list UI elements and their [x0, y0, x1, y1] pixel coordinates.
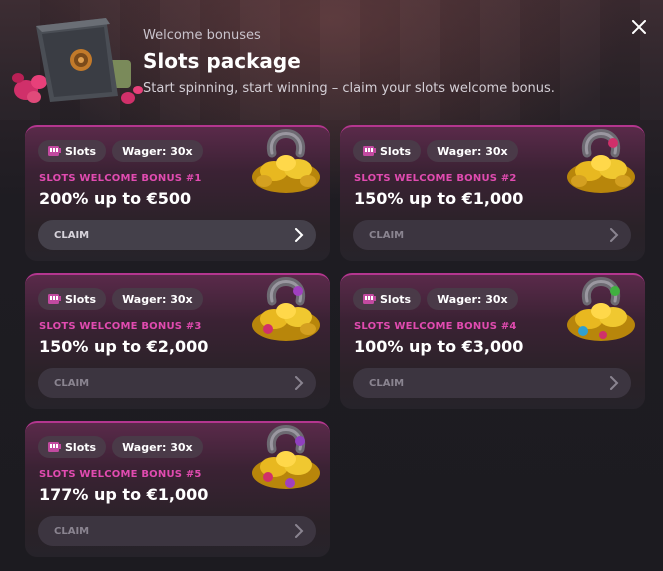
claim-label: CLAIM: [369, 229, 405, 241]
page-title: Slots package: [143, 49, 301, 73]
slots-tag: Slots: [38, 436, 107, 458]
bonus-amount: 200% up to €500: [39, 189, 192, 208]
wager-tag: Wager: 30x: [427, 140, 518, 162]
bonus-label: SLOTS WELCOME BONUS #2: [354, 173, 517, 184]
bonus-label: SLOTS WELCOME BONUS #3: [39, 321, 202, 332]
header: Welcome bonuses Slots package Start spin…: [143, 28, 555, 96]
header-subtitle: Welcome bonuses: [143, 28, 261, 43]
claim-button[interactable]: CLAIM: [38, 368, 316, 398]
chevron-right-icon: [610, 376, 619, 390]
claim-label: CLAIM: [54, 229, 90, 241]
bonus-amount: 150% up to €1,000: [354, 189, 524, 208]
chevron-right-icon: [610, 228, 619, 242]
claim-label: CLAIM: [54, 525, 90, 537]
tag-label: Slots: [380, 144, 412, 158]
tag-label: Slots: [380, 292, 412, 306]
bonus-card-2: Slots Wager: 30x SLOTS WELCOME BONUS #2 …: [340, 125, 645, 261]
safe-with-gems-icon: [12, 18, 143, 104]
slot-machine-icon: [363, 294, 376, 304]
slot-machine-icon: [48, 294, 61, 304]
tag-label: Slots: [65, 440, 97, 454]
bonus-card-5: Slots Wager: 30x SLOTS WELCOME BONUS #5 …: [25, 421, 330, 557]
header-description: Start spinning, start winning – claim yo…: [143, 81, 555, 96]
horseshoe-gold-icon: [252, 425, 320, 489]
slots-package-modal: Welcome bonuses Slots package Start spin…: [0, 0, 663, 571]
horseshoe-gold-icon: [252, 129, 320, 193]
tag-label: Slots: [65, 144, 97, 158]
card-tags: Slots Wager: 30x: [38, 288, 203, 310]
chevron-right-icon: [295, 228, 304, 242]
slots-tag: Slots: [353, 140, 422, 162]
wager-tag: Wager: 30x: [112, 288, 203, 310]
bonus-card-3: Slots Wager: 30x SLOTS WELCOME BONUS #3 …: [25, 273, 330, 409]
slot-machine-icon: [48, 442, 61, 452]
chevron-right-icon: [295, 376, 304, 390]
claim-button[interactable]: CLAIM: [38, 220, 316, 250]
slot-machine-icon: [363, 146, 376, 156]
card-tags: Slots Wager: 30x: [353, 140, 518, 162]
bonus-label: SLOTS WELCOME BONUS #4: [354, 321, 517, 332]
wager-tag: Wager: 30x: [427, 288, 518, 310]
bonus-card-4: Slots Wager: 30x SLOTS WELCOME BONUS #4 …: [340, 273, 645, 409]
slots-tag: Slots: [38, 288, 107, 310]
card-tags: Slots Wager: 30x: [38, 436, 203, 458]
chevron-right-icon: [295, 524, 304, 538]
claim-label: CLAIM: [54, 377, 90, 389]
claim-label: CLAIM: [369, 377, 405, 389]
bonus-label: SLOTS WELCOME BONUS #5: [39, 469, 202, 480]
close-icon: [632, 20, 646, 34]
tag-label: Slots: [65, 292, 97, 306]
bonus-card-1: Slots Wager: 30x SLOTS WELCOME BONUS #1 …: [25, 125, 330, 261]
horseshoe-gold-icon: [567, 277, 635, 341]
wager-tag: Wager: 30x: [112, 140, 203, 162]
bonus-amount: 150% up to €2,000: [39, 337, 209, 356]
card-tags: Slots Wager: 30x: [353, 288, 518, 310]
slots-tag: Slots: [353, 288, 422, 310]
bonus-amount: 177% up to €1,000: [39, 485, 209, 504]
close-button[interactable]: [629, 18, 649, 38]
slots-tag: Slots: [38, 140, 107, 162]
card-tags: Slots Wager: 30x: [38, 140, 203, 162]
claim-button[interactable]: CLAIM: [38, 516, 316, 546]
bonus-amount: 100% up to €3,000: [354, 337, 524, 356]
claim-button[interactable]: CLAIM: [353, 368, 631, 398]
claim-button[interactable]: CLAIM: [353, 220, 631, 250]
wager-tag: Wager: 30x: [112, 436, 203, 458]
bonus-label: SLOTS WELCOME BONUS #1: [39, 173, 202, 184]
horseshoe-gold-icon: [567, 129, 635, 193]
horseshoe-gold-icon: [252, 277, 320, 341]
slot-machine-icon: [48, 146, 61, 156]
